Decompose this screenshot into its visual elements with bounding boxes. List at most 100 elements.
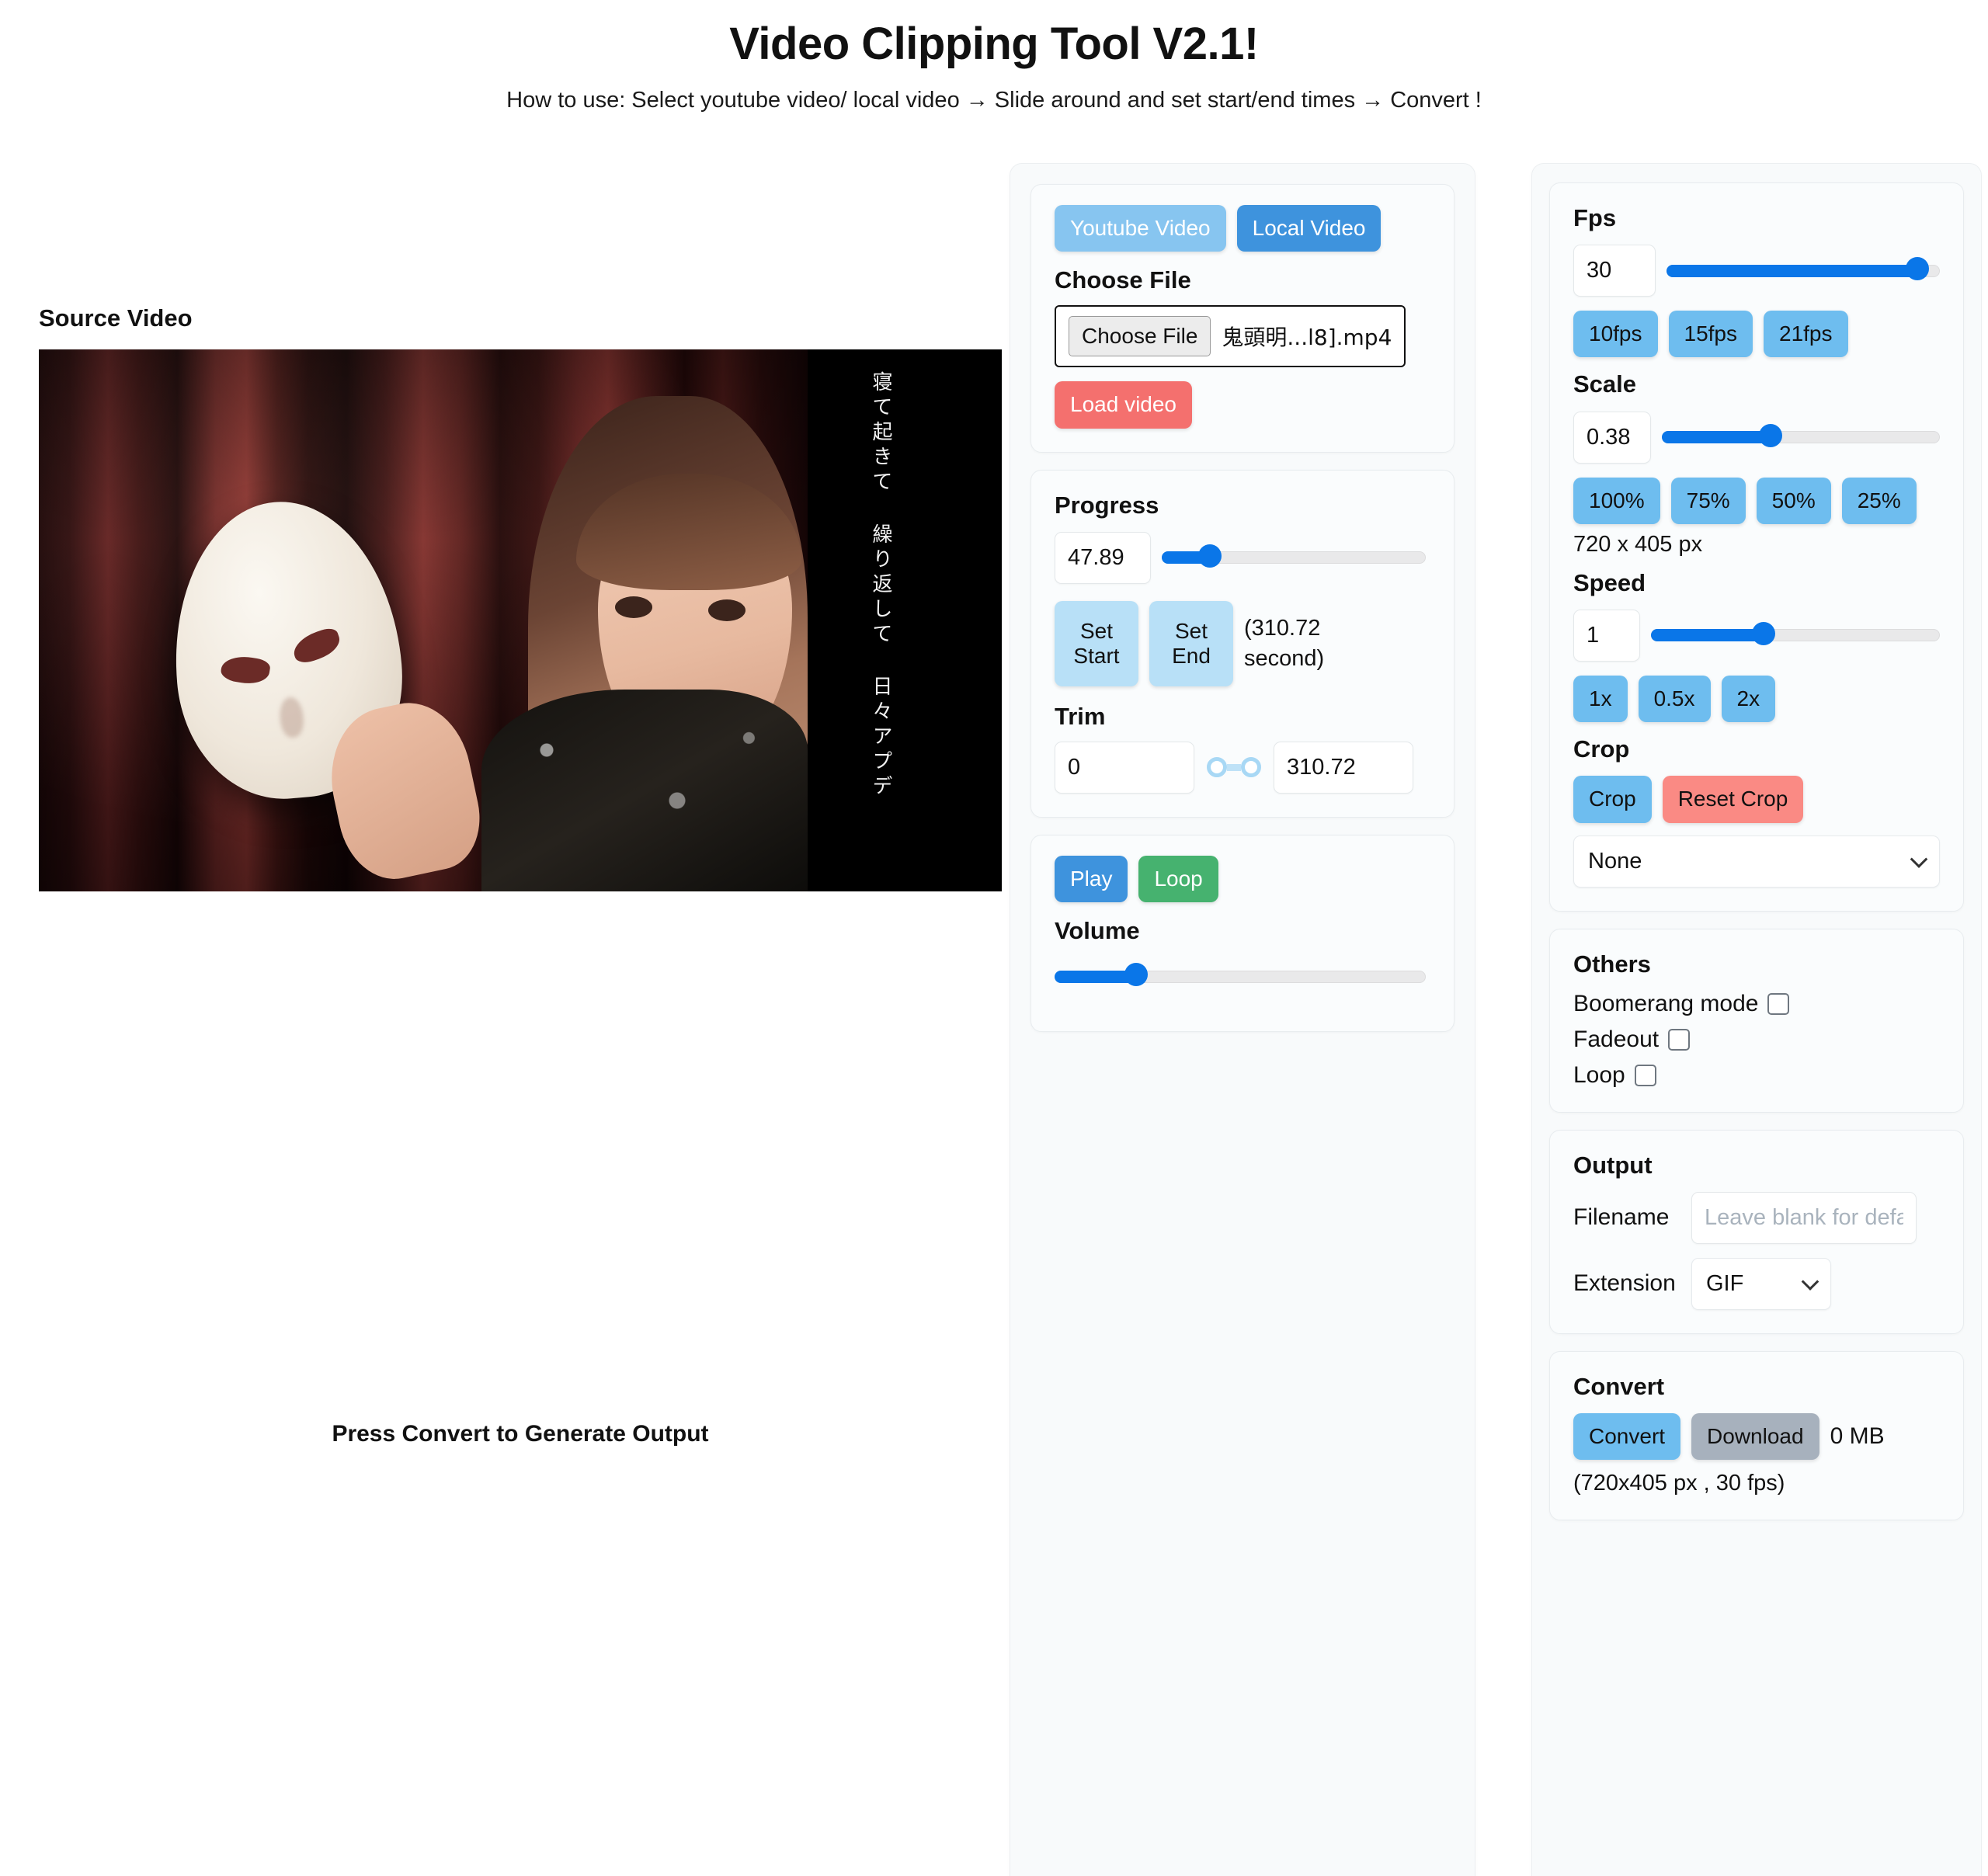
crop-heading: Crop [1573,735,1630,763]
output-size-text: 0 MB [1830,1423,1885,1450]
progress-value-input[interactable] [1055,531,1151,584]
others-card: Others Boomerang mode Fadeout Loop [1549,928,1964,1113]
scale-preset-100[interactable]: 100% [1573,477,1660,524]
fadeout-checkbox[interactable] [1668,1028,1691,1051]
source-card: Youtube Video Local Video Choose File Ch… [1030,184,1455,453]
chevron-down-icon [1910,850,1928,868]
video-settings-card: Fps 10fps 15fps 21fps Scale [1549,182,1964,912]
boomerang-mode-label: Boomerang mode [1573,990,1759,1016]
load-video-button[interactable]: Load video [1055,381,1193,429]
app-root: Video Clipping Tool V2.1! How to use: Se… [0,19,1988,1876]
extension-select[interactable]: GIF [1691,1257,1831,1310]
youtube-video-button[interactable]: Youtube Video [1055,205,1226,252]
speed-slider[interactable] [1651,627,1940,640]
scale-slider-wrap[interactable] [1662,429,1940,446]
set-start-button[interactable]: Set Start [1055,600,1138,686]
loop-row[interactable]: Loop [1573,1062,1940,1089]
progress-slider[interactable] [1162,549,1426,562]
progress-slider-wrap[interactable] [1162,549,1426,566]
speed-preset-2x[interactable]: 2x [1721,675,1776,723]
trim-range-slider[interactable] [1205,757,1263,778]
mask-eye-right [289,625,344,666]
fps-preset-21[interactable]: 21fps [1764,311,1848,358]
mask-nose [278,696,305,739]
choose-file-button[interactable]: Choose File [1069,316,1211,357]
filename-input[interactable] [1691,1191,1917,1244]
trim-end-input[interactable] [1274,741,1413,794]
progress-heading: Progress [1055,491,1159,519]
boomerang-mode-checkbox[interactable] [1767,992,1790,1015]
speed-value-input[interactable] [1573,609,1640,662]
playback-card: Play Loop Volume [1030,834,1455,1033]
letterbox-bar [808,349,1002,891]
video-player[interactable]: 寝て起きて 繰り返して 日々アプデ [39,349,1002,891]
crop-preset-value: None [1588,848,1642,874]
extension-value: GIF [1706,1270,1744,1296]
volume-slider[interactable] [1055,968,1426,981]
reset-crop-button[interactable]: Reset Crop [1662,776,1804,823]
speed-preset-1x[interactable]: 1x [1573,675,1628,723]
person-dress [481,690,808,891]
source-video-label: Source Video [39,304,193,332]
output-card: Output Filename Extension GIF [1549,1129,1964,1334]
speed-heading: Speed [1573,568,1646,596]
boomerang-mode-row[interactable]: Boomerang mode [1573,991,1940,1017]
fps-preset-10[interactable]: 10fps [1573,311,1658,358]
encoding-controls-panel: Fps 10fps 15fps 21fps Scale [1531,163,1982,1876]
choose-file-heading: Choose File [1055,266,1191,294]
duration-note: (310.72 second) [1244,615,1325,671]
local-video-button[interactable]: Local Video [1236,205,1382,252]
convert-spec-note: (720x405 px , 30 fps) [1573,1471,1785,1496]
fps-value-input[interactable] [1573,245,1656,297]
selected-file-name: 鬼頭明...l8].mp4 [1222,325,1392,351]
source-video-column: Source Video 寝て起きて 繰り返して 日々アプデ [39,304,1002,891]
page-title: Video Clipping Tool V2.1! [729,19,1259,69]
loop-checkbox[interactable] [1634,1064,1656,1086]
others-heading: Others [1573,950,1651,978]
volume-slider-wrap[interactable] [1055,968,1426,985]
trim-handle-right[interactable] [1241,757,1261,778]
scale-slider[interactable] [1662,429,1940,442]
scale-value-input[interactable] [1573,411,1651,464]
fps-heading: Fps [1573,204,1617,231]
source-controls-panel: Youtube Video Local Video Choose File Ch… [1010,163,1475,1876]
filename-label: Filename [1573,1204,1670,1231]
mask-eye-left [219,653,272,687]
file-input-control[interactable]: Choose File 鬼頭明...l8].mp4 [1055,305,1406,368]
scale-preset-25[interactable]: 25% [1841,477,1917,524]
crop-button[interactable]: Crop [1573,776,1652,823]
person-eye-left [615,596,652,618]
fps-slider[interactable] [1667,262,1940,276]
video-subtitle-overlay: 寝て起きて 繰り返して 日々アプデ [869,371,892,800]
progress-card: Progress Set Start Set End (310.72 secon… [1030,469,1455,818]
fadeout-row[interactable]: Fadeout [1573,1027,1940,1053]
convert-heading: Convert [1573,1372,1665,1400]
play-button[interactable]: Play [1055,855,1128,903]
output-placeholder-text: Press Convert to Generate Output [332,1421,709,1447]
scale-dimension-note: 720 x 405 px [1573,531,1703,557]
extension-label: Extension [1573,1270,1676,1297]
scale-heading: Scale [1573,370,1637,398]
set-end-button[interactable]: Set End [1149,600,1233,686]
trim-heading: Trim [1055,702,1106,730]
trim-handle-left[interactable] [1207,757,1227,778]
output-heading: Output [1573,1151,1653,1179]
fps-slider-wrap[interactable] [1667,262,1940,279]
chevron-down-icon [1801,1273,1819,1291]
convert-button[interactable]: Convert [1573,1413,1681,1461]
loop-button[interactable]: Loop [1138,855,1218,903]
speed-slider-wrap[interactable] [1651,627,1940,644]
fps-preset-15[interactable]: 15fps [1668,311,1753,358]
trim-start-input[interactable] [1055,741,1194,794]
scale-preset-50[interactable]: 50% [1756,477,1831,524]
crop-preset-select[interactable]: None [1573,835,1940,888]
trim-range-bar [1227,763,1241,771]
volume-heading: Volume [1055,917,1140,945]
scale-preset-75[interactable]: 75% [1670,477,1746,524]
download-button[interactable]: Download [1691,1413,1819,1461]
person-eye-right [708,599,746,621]
page-subtitle: How to use: Select youtube video/ local … [506,87,1482,113]
convert-card: Convert Convert Download 0 MB (720x405 p… [1549,1350,1964,1521]
loop-label: Loop [1573,1061,1625,1088]
speed-preset-0.5x[interactable]: 0.5x [1638,675,1711,723]
